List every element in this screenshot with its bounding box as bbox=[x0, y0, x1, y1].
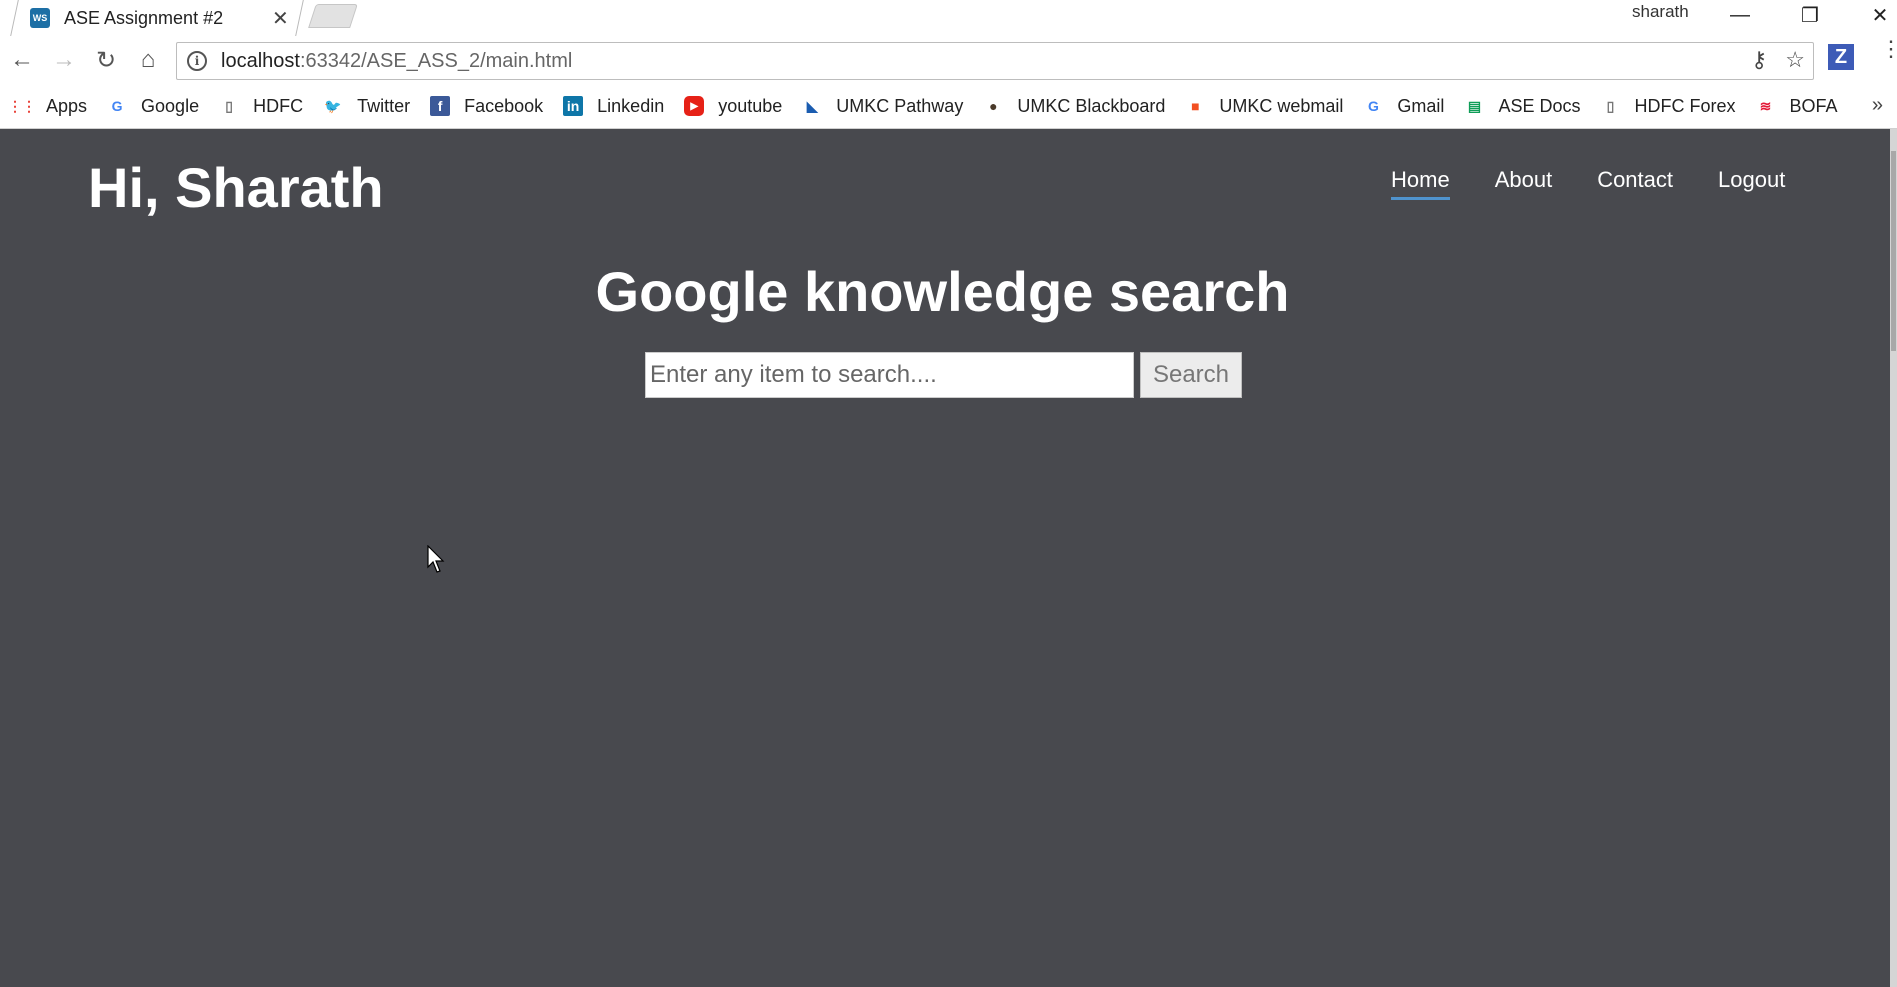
bookmark-item[interactable]: 🐦 Twitter bbox=[323, 96, 410, 117]
back-icon[interactable]: ← bbox=[6, 44, 38, 76]
browser-menu-icon[interactable]: ⋮ bbox=[1880, 38, 1897, 60]
search-button[interactable]: Search bbox=[1140, 352, 1242, 398]
page-icon: ▯ bbox=[1606, 97, 1615, 114]
main-nav: Home About Contact Logout bbox=[1391, 167, 1785, 200]
extension-z-icon[interactable]: Z bbox=[1828, 44, 1854, 70]
url-host: localhost bbox=[221, 49, 300, 72]
tab-title: ASE Assignment #2 bbox=[64, 7, 224, 28]
bookmark-label: Apps bbox=[46, 95, 88, 116]
bookmark-item[interactable]: ■ UMKC webmail bbox=[1185, 96, 1343, 117]
apps-grid-icon: ⋮⋮ bbox=[8, 97, 36, 114]
address-bar[interactable]: i localhost:63342/ASE_ASS_2/main.html ⚷ … bbox=[176, 42, 1814, 80]
forward-icon[interactable]: → bbox=[48, 44, 80, 76]
bookmark-label: BOFA bbox=[1789, 95, 1838, 116]
facebook-icon: f bbox=[430, 96, 451, 116]
home-icon[interactable]: ⌂ bbox=[132, 44, 164, 76]
bookmark-label: ASE Docs bbox=[1498, 95, 1581, 116]
bookmark-item[interactable]: ● UMKC Blackboard bbox=[983, 96, 1165, 117]
bookmark-item[interactable]: ▯ HDFC bbox=[219, 96, 303, 117]
bookmark-label: Facebook bbox=[464, 95, 544, 116]
bookmark-item[interactable]: ◣ UMKC Pathway bbox=[802, 96, 963, 117]
title-bar: WS ASE Assignment #2 ✕ sharath — ❐ ✕ bbox=[0, 0, 1897, 36]
bookmark-item[interactable]: ≋ BOFA bbox=[1755, 95, 1838, 117]
bookmark-item[interactable]: ⋮⋮ Apps bbox=[8, 95, 88, 117]
nav-home[interactable]: Home bbox=[1391, 167, 1450, 200]
nav-contact[interactable]: Contact bbox=[1597, 167, 1673, 200]
greeting-heading: Hi, Sharath bbox=[88, 156, 384, 219]
nav-about[interactable]: About bbox=[1495, 167, 1553, 200]
mouse-cursor-icon bbox=[427, 545, 445, 573]
url-path: :63342/ASE_ASS_2/main.html bbox=[299, 49, 573, 72]
close-window-icon[interactable]: ✕ bbox=[1850, 0, 1897, 30]
sheets-icon: ▤ bbox=[1467, 97, 1482, 114]
bookmark-label: UMKC Pathway bbox=[836, 95, 964, 116]
bookmark-label: HDFC bbox=[253, 95, 304, 116]
webstorm-favicon-icon: WS bbox=[30, 8, 50, 28]
bookmark-label: HDFC Forex bbox=[1634, 95, 1736, 116]
blackboard-icon: ● bbox=[989, 98, 998, 114]
page-icon: ▯ bbox=[225, 97, 233, 114]
browser-tab[interactable]: WS ASE Assignment #2 bbox=[20, 0, 300, 36]
bookmark-label: Linkedin bbox=[597, 95, 665, 116]
key-icon[interactable]: ⚷ bbox=[1751, 47, 1767, 73]
google-icon: G bbox=[111, 98, 123, 114]
bookmark-label: youtube bbox=[718, 95, 783, 116]
bookmark-star-icon[interactable]: ☆ bbox=[1785, 47, 1805, 73]
linkedin-icon: in bbox=[563, 96, 584, 116]
bookmark-item[interactable]: G Google bbox=[107, 95, 200, 117]
bookmarks-overflow-icon[interactable]: » bbox=[1872, 94, 1883, 117]
site-info-icon[interactable]: i bbox=[187, 51, 207, 71]
bookmark-item[interactable]: ▶ youtube bbox=[684, 96, 782, 117]
youtube-icon: ▶ bbox=[684, 96, 705, 116]
bookmark-item[interactable]: ▯ HDFC Forex bbox=[1600, 95, 1736, 117]
scrollbar-thumb[interactable] bbox=[1891, 151, 1896, 351]
bookmarks-bar: ⋮⋮ Apps G Google ▯ HDFC 🐦 Twitter f Facebook in Lin… bbox=[0, 84, 1897, 129]
bofa-icon: ≋ bbox=[1759, 97, 1772, 114]
bookmark-label: Google bbox=[141, 95, 200, 116]
new-tab-button[interactable] bbox=[308, 4, 358, 28]
page-content: Hi, Sharath Home About Contact Logout Go… bbox=[0, 129, 1897, 987]
search-input[interactable] bbox=[645, 352, 1134, 398]
bookmark-item[interactable]: in Linkedin bbox=[563, 96, 664, 117]
umkc-pathway-icon: ◣ bbox=[806, 97, 818, 114]
reload-icon[interactable]: ↻ bbox=[90, 44, 122, 76]
bookmark-item[interactable]: f Facebook bbox=[430, 96, 543, 117]
twitter-icon: 🐦 bbox=[324, 97, 342, 114]
minimize-icon[interactable]: — bbox=[1710, 0, 1770, 30]
windows-icon: ■ bbox=[1191, 98, 1200, 114]
url-text[interactable]: localhost:63342/ASE_ASS_2/main.html bbox=[221, 50, 572, 73]
bookmark-label: Twitter bbox=[357, 95, 411, 116]
google-icon: G bbox=[1367, 98, 1379, 114]
bookmark-item[interactable]: ▤ ASE Docs bbox=[1464, 95, 1581, 117]
page-title: Google knowledge search bbox=[595, 260, 1290, 323]
bookmark-item[interactable]: G Gmail bbox=[1363, 96, 1444, 117]
browser-toolbar: ← → ↻ ⌂ i localhost:63342/ASE_ASS_2/main… bbox=[0, 36, 1897, 84]
bookmark-label: UMKC Blackboard bbox=[1017, 95, 1166, 116]
nav-logout[interactable]: Logout bbox=[1718, 167, 1785, 200]
profile-name[interactable]: sharath bbox=[1632, 2, 1689, 22]
bookmark-label: UMKC webmail bbox=[1219, 95, 1344, 116]
restore-icon[interactable]: ❐ bbox=[1780, 0, 1840, 30]
bookmark-label: Gmail bbox=[1397, 95, 1445, 116]
